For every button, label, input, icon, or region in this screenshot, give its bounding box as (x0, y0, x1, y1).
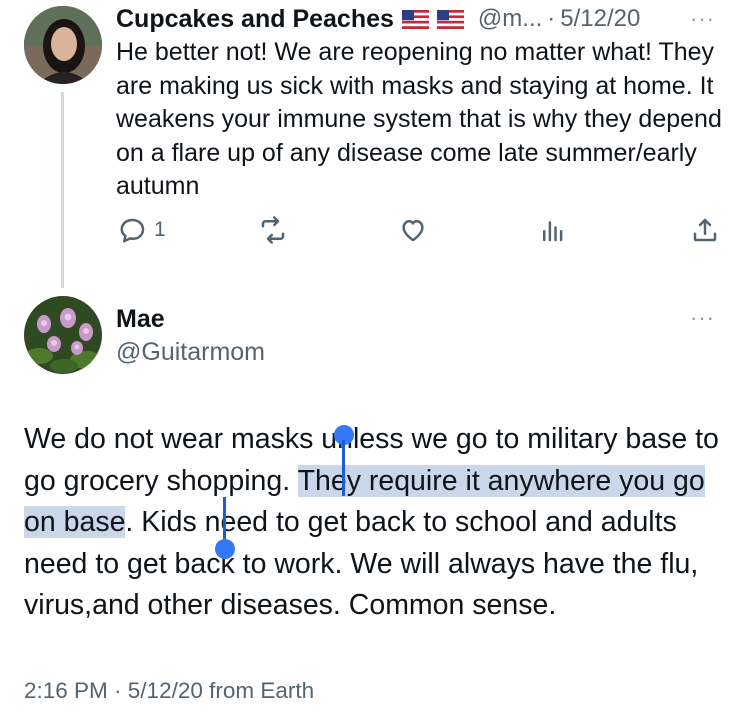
selection-end-caret (223, 497, 226, 545)
reply-more-options-button[interactable]: ··· (690, 6, 715, 32)
reply-tweet-header: Cupcakes and Peaches @m... · 5/12/20 (116, 3, 744, 35)
tweet-timestamp[interactable]: 2:16 PM · 5/12/20 from Earth (24, 678, 314, 704)
retweet-button[interactable] (258, 215, 288, 245)
thread-connector-line (61, 92, 64, 288)
avatar-photo (24, 296, 102, 374)
avatar-photo (24, 6, 102, 84)
us-flag-icon (436, 9, 464, 29)
header-separator: · (547, 5, 556, 32)
reply-author-handle[interactable]: @m... (478, 5, 542, 33)
reply-tweet-date[interactable]: 5/12/20 (560, 5, 640, 33)
main-tweet-text[interactable]: We do not wear masks unless we go to mil… (24, 419, 736, 627)
reply-count: 1 (154, 218, 166, 241)
main-author-name[interactable]: Mae (116, 305, 165, 334)
reply-author-avatar[interactable] (24, 6, 102, 84)
reply-icon (120, 218, 145, 243)
main-author-avatar[interactable] (24, 296, 102, 374)
us-flag-icon (401, 9, 429, 29)
reply-tweet-actions: 1 (116, 215, 726, 255)
main-more-options-button[interactable]: ··· (690, 305, 715, 331)
reply-button[interactable]: 1 (118, 215, 166, 245)
tweet-text-segment: . Kids need to get back to school and ad… (24, 506, 699, 621)
views-button[interactable] (538, 215, 568, 245)
share-icon (693, 218, 717, 242)
heart-icon (402, 220, 424, 242)
share-button[interactable] (690, 215, 720, 245)
like-button[interactable] (398, 215, 428, 245)
selection-end-handle[interactable] (215, 539, 235, 559)
selection-start-caret (342, 440, 345, 496)
reply-tweet-text: He better not! We are reopening no matte… (116, 38, 722, 200)
analytics-icon (543, 221, 563, 242)
main-author-handle[interactable]: @Guitarmom (116, 338, 265, 367)
reply-author-name[interactable]: Cupcakes and Peaches (116, 5, 394, 34)
retweet-icon (261, 216, 285, 244)
